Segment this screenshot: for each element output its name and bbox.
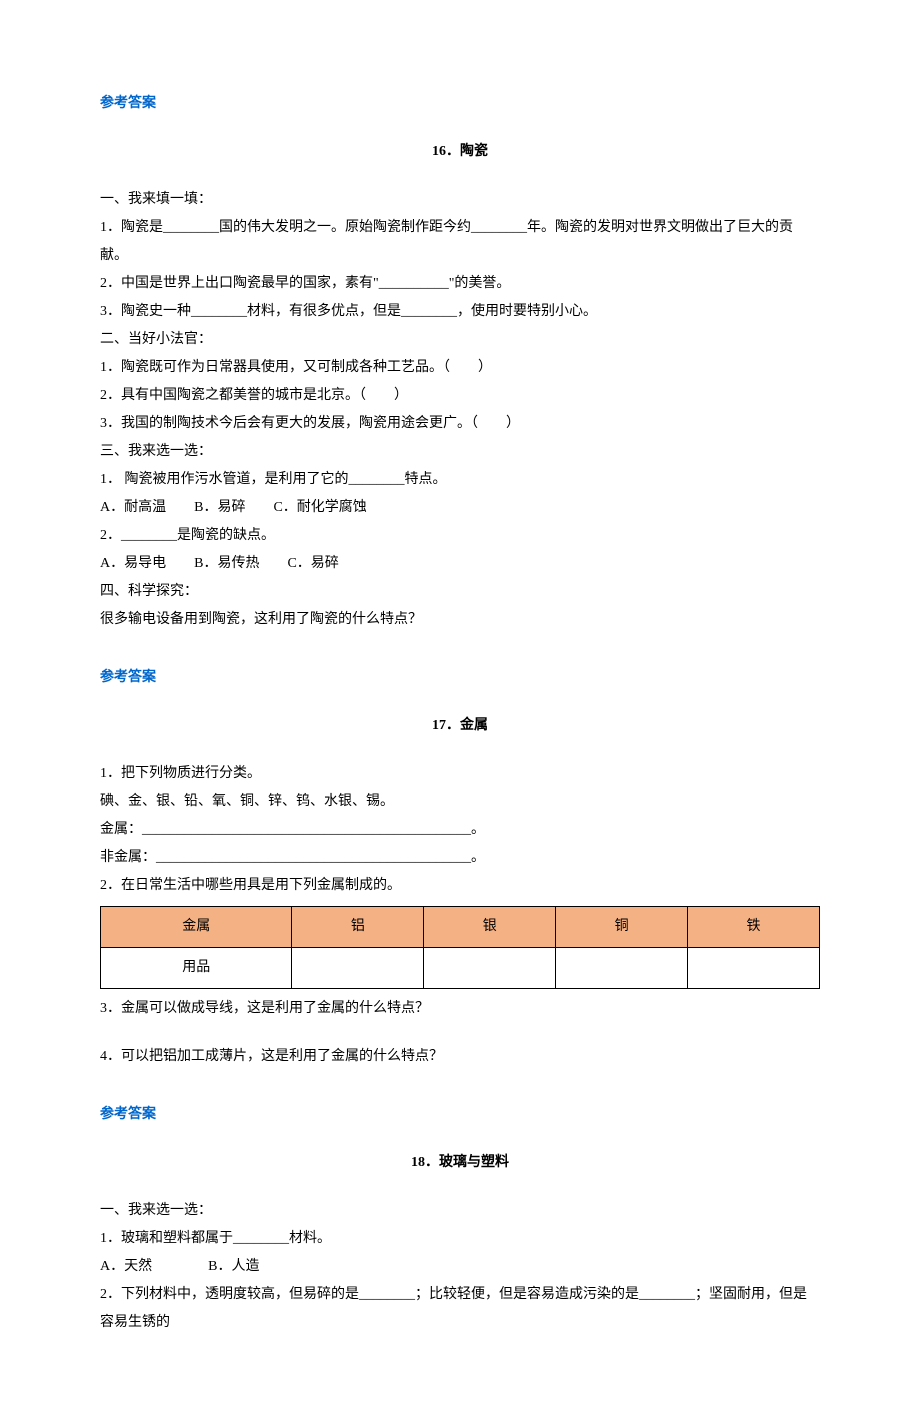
th-ag: 银 (424, 907, 556, 948)
s18-choice-2: 2．下列材料中，透明度较高，但易碎的是________；比较轻便，但是容易造成污… (100, 1281, 820, 1337)
s16-judge-2: 2．具有中国陶瓷之都美誉的城市是北京。（ ） (100, 382, 820, 410)
s16-fill-2: 2．中国是世界上出口陶瓷最早的国家，素有"__________"的美誉。 (100, 270, 820, 298)
table-row: 用品 (101, 948, 820, 989)
s18-choice-1: 1．玻璃和塑料都属于________材料。 (100, 1225, 820, 1253)
answer-key-1: 参考答案 (100, 90, 820, 118)
td-cu (556, 948, 688, 989)
s16-part1-heading: 一、我来填一填： (100, 186, 820, 214)
td-al (292, 948, 424, 989)
table-header-row: 金属 铝 银 铜 铁 (101, 907, 820, 948)
s16-part3-heading: 三、我来选一选： (100, 438, 820, 466)
s16-fill-3: 3．陶瓷史一种________材料，有很多优点，但是________，使用时要特… (100, 298, 820, 326)
td-ag (424, 948, 556, 989)
s17-q1-nonmetal: 非金属：____________________________________… (100, 844, 820, 872)
s16-part4-heading: 四、科学探究： (100, 578, 820, 606)
s16-choice-2: 2．________是陶瓷的缺点。 (100, 522, 820, 550)
answer-key-3: 参考答案 (100, 1101, 820, 1129)
s16-choice-2-options: A．易导电 B．易传热 C．易碎 (100, 550, 820, 578)
answer-key-2: 参考答案 (100, 664, 820, 692)
th-fe: 铁 (688, 907, 820, 948)
s17-q2: 2．在日常生活中哪些用具是用下列金属制成的。 (100, 872, 820, 900)
td-fe (688, 948, 820, 989)
th-metal: 金属 (101, 907, 292, 948)
s18-part1-heading: 一、我来选一选： (100, 1197, 820, 1225)
s16-fill-1: 1．陶瓷是________国的伟大发明之一。原始陶瓷制作距今约________年… (100, 214, 820, 270)
th-al: 铝 (292, 907, 424, 948)
s18-choice-1-options: A．天然 B．人造 (100, 1253, 820, 1281)
s16-judge-1: 1．陶瓷既可作为日常器具使用，又可制成各种工艺品。（ ） (100, 354, 820, 382)
section-17-title: 17．金属 (100, 712, 820, 740)
s17-q3: 3．金属可以做成导线，这是利用了金属的什么特点？ (100, 995, 820, 1023)
s16-choice-1: 1． 陶瓷被用作污水管道，是利用了它的________特点。 (100, 466, 820, 494)
s17-q1: 1．把下列物质进行分类。 (100, 760, 820, 788)
td-label: 用品 (101, 948, 292, 989)
s16-choice-1-options: A．耐高温 B．易碎 C．耐化学腐蚀 (100, 494, 820, 522)
s17-q4: 4．可以把铝加工成薄片，这是利用了金属的什么特点？ (100, 1043, 820, 1071)
section-16-title: 16．陶瓷 (100, 138, 820, 166)
s16-inquiry-1: 很多输电设备用到陶瓷，这利用了陶瓷的什么特点？ (100, 606, 820, 634)
section-18-title: 18．玻璃与塑料 (100, 1149, 820, 1177)
metal-table: 金属 铝 银 铜 铁 用品 (100, 906, 820, 989)
th-cu: 铜 (556, 907, 688, 948)
s16-judge-3: 3．我国的制陶技术今后会有更大的发展，陶瓷用途会更广。（ ） (100, 410, 820, 438)
s17-q1-metal: 金属：_____________________________________… (100, 816, 820, 844)
s17-q1-list: 碘、金、银、铅、氧、铜、锌、钨、水银、锡。 (100, 788, 820, 816)
s16-part2-heading: 二、当好小法官： (100, 326, 820, 354)
